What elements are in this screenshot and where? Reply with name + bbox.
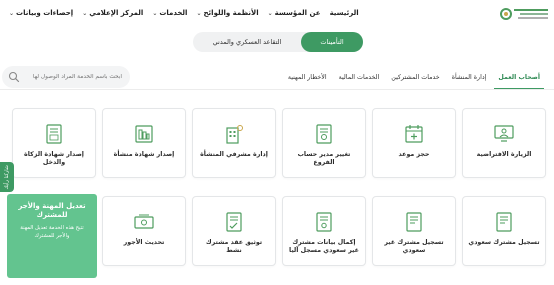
card-issue-establishment-certificate[interactable]: إصدار شهادة منشأة xyxy=(102,108,186,178)
card-label: تغيير مدير حساب الفروع xyxy=(297,151,351,166)
card-change-branch-manager[interactable]: تغيير مدير حساب الفروع xyxy=(282,108,366,178)
card-label: تحديث الأجور xyxy=(123,239,165,246)
feedback-side-tab[interactable]: شاركنا رأيك xyxy=(0,162,14,192)
feedback-label: شاركنا رأيك xyxy=(4,164,10,190)
search-input[interactable] xyxy=(22,74,122,80)
toggle-military-civil-retirement[interactable]: التقاعد العسكري والمدني xyxy=(193,32,301,52)
tab-establishment-management[interactable]: إدارة المنشأة xyxy=(446,72,493,90)
certificate-icon xyxy=(135,125,153,143)
calendar-icon xyxy=(405,125,423,143)
nav-item-statistics[interactable]: إحصاءات وبيانات ⌄ xyxy=(9,9,73,17)
search-icon[interactable] xyxy=(8,71,20,83)
nav-item-services[interactable]: الخدمات ⌄ xyxy=(152,9,187,17)
tab-financial-services[interactable]: الخدمات المالية xyxy=(333,72,386,90)
card-label: الزيارة الافتراضية xyxy=(476,151,532,158)
nav-item-home[interactable]: الرئيسية xyxy=(330,9,359,17)
complete-data-icon xyxy=(316,212,332,232)
card-label: إدارة مشرفي المنشأة xyxy=(200,151,268,158)
virtual-visit-icon xyxy=(494,125,514,142)
nav-item-regulations[interactable]: الأنظمة واللوائح ⌄ xyxy=(196,9,258,17)
card-update-wages[interactable]: تحديث الأجور xyxy=(102,196,186,266)
tab-employers[interactable]: أصحاب العمل xyxy=(492,72,546,90)
card-label: توثيق عقد مشترك نشط xyxy=(205,239,263,254)
register-saudi-icon xyxy=(496,212,512,232)
gosi-logo[interactable] xyxy=(494,2,548,26)
service-search xyxy=(2,66,130,88)
nav-item-media-center[interactable]: المركز الإعلامي ⌄ xyxy=(82,9,143,17)
chevron-down-icon: ⌄ xyxy=(82,9,88,17)
branch-manager-icon xyxy=(316,124,332,144)
card-manage-supervisors[interactable]: إدارة مشرفي المنشأة xyxy=(192,108,276,178)
card-label: تسجيل مشترك غير سعودي xyxy=(384,239,444,254)
nav-label: الخدمات xyxy=(159,9,188,17)
service-category-tabs: أصحاب العمل إدارة المنشأة خدمات المشتركي… xyxy=(282,72,546,90)
vat-certificate-icon xyxy=(46,124,62,144)
nav-label: الرئيسية xyxy=(329,9,359,17)
logo-wordmark xyxy=(514,9,548,19)
card-label: حجز موعد xyxy=(398,151,430,158)
contract-icon xyxy=(226,212,242,232)
chevron-down-icon: ⌄ xyxy=(196,9,202,17)
nav-label: المركز الإعلامي xyxy=(89,9,144,17)
chevron-down-icon: ⌄ xyxy=(267,9,273,17)
tab-subscriber-services[interactable]: خدمات المشتركين xyxy=(385,72,445,90)
insurance-type-toggle: التأمينات التقاعد العسكري والمدني xyxy=(193,32,363,52)
popup-description: تتيح هذه الخدمة تعديل المهنة والأجر للمش… xyxy=(20,225,84,239)
card-virtual-visit[interactable]: الزيارة الافتراضية xyxy=(462,108,546,178)
service-tooltip-popup[interactable]: تعديل المهنة والأجر للمشترك تتيح هذه الخ… xyxy=(7,194,97,278)
card-book-appointment[interactable]: حجز موعد xyxy=(372,108,456,178)
toggle-insurance[interactable]: التأمينات xyxy=(301,32,363,52)
nav-label: إحصاءات وبيانات xyxy=(16,9,74,17)
top-navigation: الرئيسية عن المؤسسة ⌄ الأنظمة واللوائح ⌄ ا… xyxy=(0,0,554,26)
card-document-active-contract[interactable]: توثيق عقد مشترك نشط xyxy=(192,196,276,266)
popup-title: تعديل المهنة والأجر للمشترك xyxy=(18,202,86,219)
card-label: إصدار شهادة منشأة xyxy=(113,151,175,158)
card-register-saudi-subscriber[interactable]: تسجيل مشترك سعودي xyxy=(462,196,546,266)
card-label: إكمال بيانات مشترك غير سعودي مسجل آليا xyxy=(289,239,359,254)
nav-label: الأنظمة واللوائح xyxy=(203,9,259,17)
card-issue-zakat-certificate[interactable]: إصدار شهادة الزكاة والدخل xyxy=(12,108,96,178)
wages-icon xyxy=(134,214,154,229)
logo-mark-icon xyxy=(500,8,512,20)
card-register-nonsaudi-subscriber[interactable]: تسجيل مشترك غير سعودي xyxy=(372,196,456,266)
tab-occupational-hazards[interactable]: الأخطار المهنية xyxy=(282,72,333,90)
chevron-down-icon: ⌄ xyxy=(152,9,158,17)
tabs-divider xyxy=(0,89,554,90)
card-complete-nonsaudi-data[interactable]: إكمال بيانات مشترك غير سعودي مسجل آليا xyxy=(282,196,366,266)
register-nonsaudi-icon xyxy=(406,212,422,232)
chevron-down-icon: ⌄ xyxy=(9,9,15,17)
card-label: إصدار شهادة الزكاة والدخل xyxy=(24,151,84,166)
card-label: تسجيل مشترك سعودي xyxy=(468,239,540,246)
nav-label: عن المؤسسة xyxy=(274,9,321,17)
nav-item-about[interactable]: عن المؤسسة ⌄ xyxy=(268,9,321,17)
building-supervisors-icon xyxy=(226,125,243,144)
